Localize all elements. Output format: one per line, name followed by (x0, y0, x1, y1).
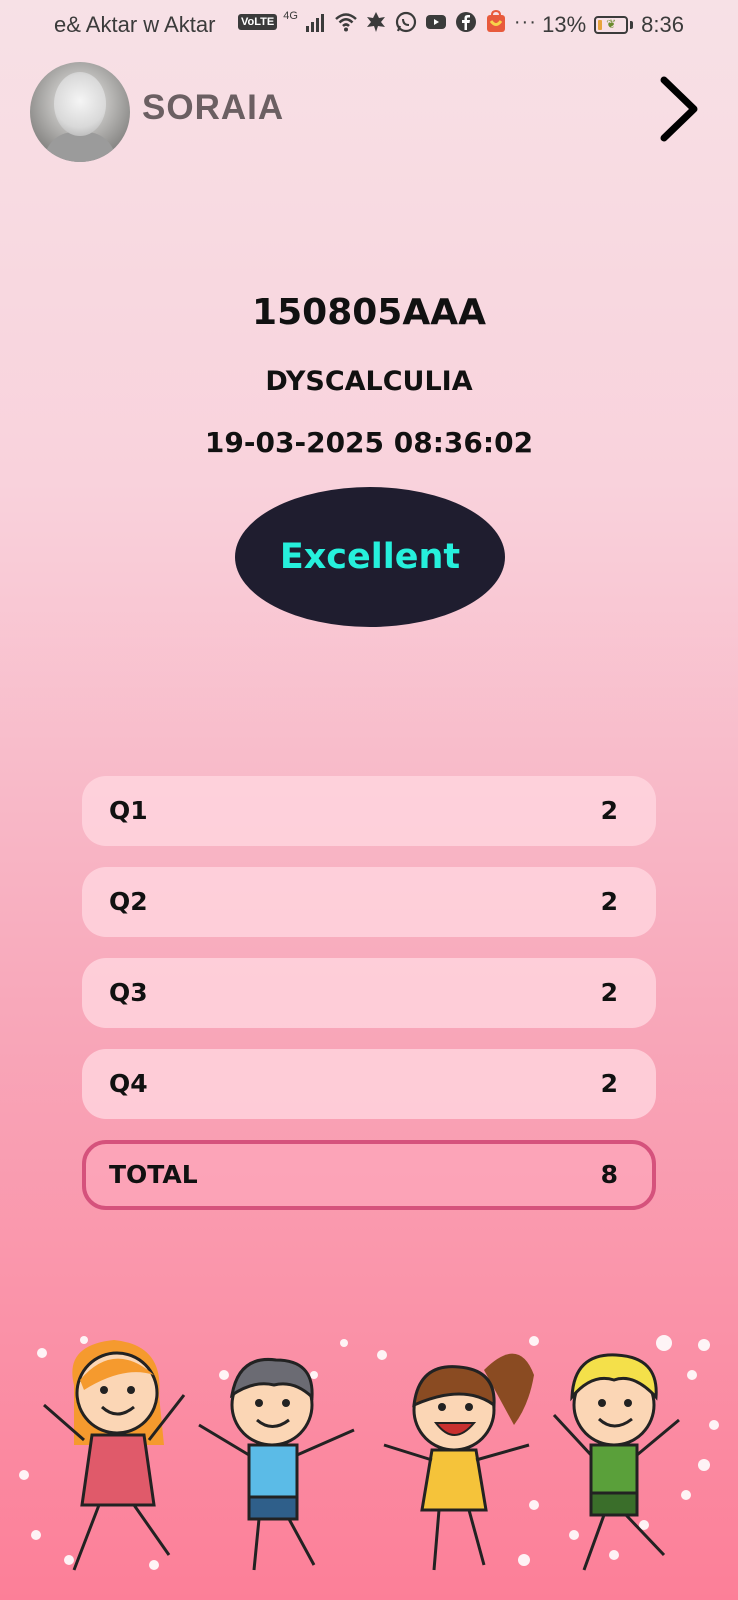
test-datetime: 19-03-2025 08:36:02 (204, 426, 534, 459)
leaf-app-icon (366, 12, 385, 32)
score-value: 2 (600, 887, 618, 916)
score-row-q2: Q2 2 (82, 867, 656, 937)
score-label: Q2 (109, 887, 148, 916)
kids-illustration (19, 1335, 719, 1571)
score-row-q1: Q1 2 (82, 776, 656, 846)
test-category: DYSCALCULIA (265, 366, 473, 397)
total-value: 8 (600, 1160, 618, 1189)
score-label: Q3 (109, 978, 148, 1007)
more-notifications-icon: ··· (513, 10, 537, 33)
score-value: 2 (600, 978, 618, 1007)
score-row-q3: Q3 2 (82, 958, 656, 1028)
rating-label: Excellent (279, 537, 461, 577)
status-icons: VoLTE 4G ··· (238, 10, 537, 34)
facebook-icon (455, 12, 476, 32)
status-right: 13% ❦ 8:36 (542, 12, 684, 38)
battery-percent: 13% (542, 12, 587, 37)
youtube-icon (425, 15, 446, 29)
signal-icon (305, 14, 324, 32)
score-value: 2 (600, 796, 618, 825)
score-label: Q1 (109, 796, 148, 825)
volte-icon: VoLTE (238, 14, 278, 30)
next-button[interactable] (648, 74, 708, 144)
avatar-body (44, 132, 116, 162)
wifi-icon (335, 13, 357, 32)
clock: 8:36 (641, 12, 684, 37)
kid-3 (383, 1353, 534, 1571)
battery-tip (630, 21, 634, 29)
kid-1 (43, 1340, 186, 1571)
network-type-label: 4G (283, 10, 298, 22)
carrier-label: e& Aktar w Aktar (54, 12, 216, 37)
battery-fill (598, 20, 603, 30)
shopping-app-icon (486, 10, 505, 32)
status-bar: e& Aktar w Aktar VoLTE 4G ··· 13% ❦ 8:36 (0, 0, 738, 52)
username: SORAIA (142, 88, 285, 127)
score-label: Q4 (109, 1069, 148, 1098)
score-list: Q1 2 Q2 2 Q3 2 Q4 2 TOTAL 8 (82, 776, 656, 1231)
score-row-q4: Q4 2 (82, 1049, 656, 1119)
score-value: 2 (600, 1069, 618, 1098)
chevron-right-icon (660, 76, 698, 142)
avatar-face (54, 72, 106, 136)
kid-2 (198, 1357, 355, 1571)
profile-header: SORAIA (30, 60, 708, 164)
battery-icon: ❦ (594, 16, 629, 34)
score-row-total: TOTAL 8 (82, 1140, 656, 1210)
avatar[interactable] (30, 62, 130, 162)
rating-badge: Excellent (235, 487, 505, 627)
whatsapp-icon (395, 11, 416, 33)
test-code: 150805AAA (252, 292, 486, 333)
battery-saver-leaf-icon: ❦ (606, 17, 617, 31)
total-label: TOTAL (109, 1160, 198, 1189)
